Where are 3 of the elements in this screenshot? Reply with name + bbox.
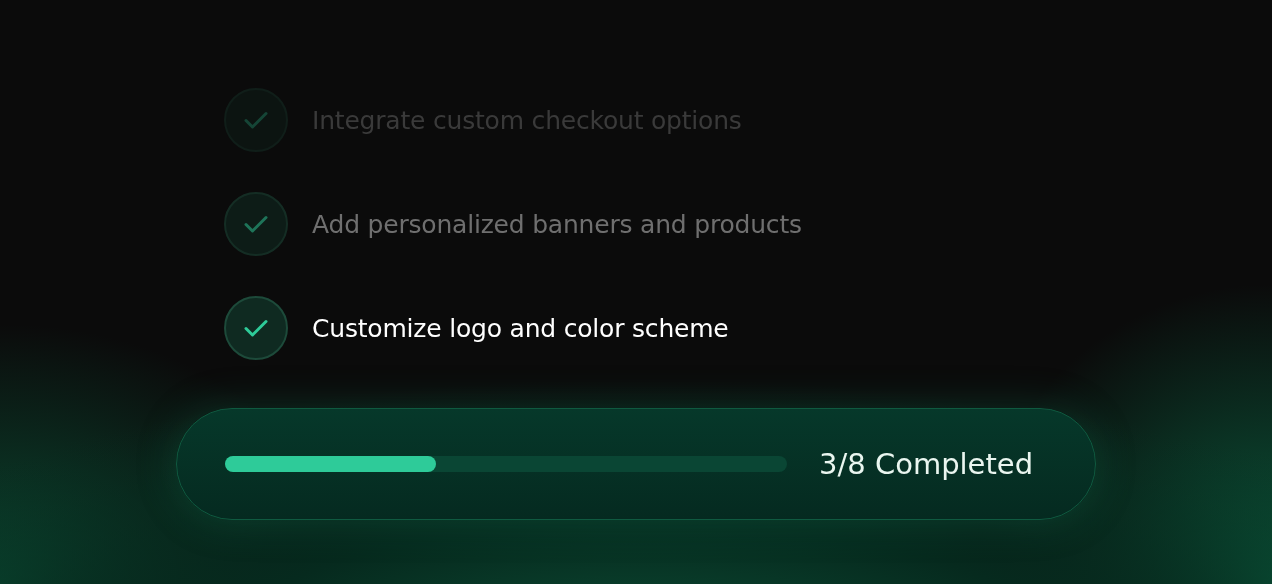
- task-label: Add personalized banners and products: [312, 209, 802, 239]
- progress-label: 3/8 Completed: [819, 447, 1034, 481]
- task-label: Customize logo and color scheme: [312, 313, 729, 343]
